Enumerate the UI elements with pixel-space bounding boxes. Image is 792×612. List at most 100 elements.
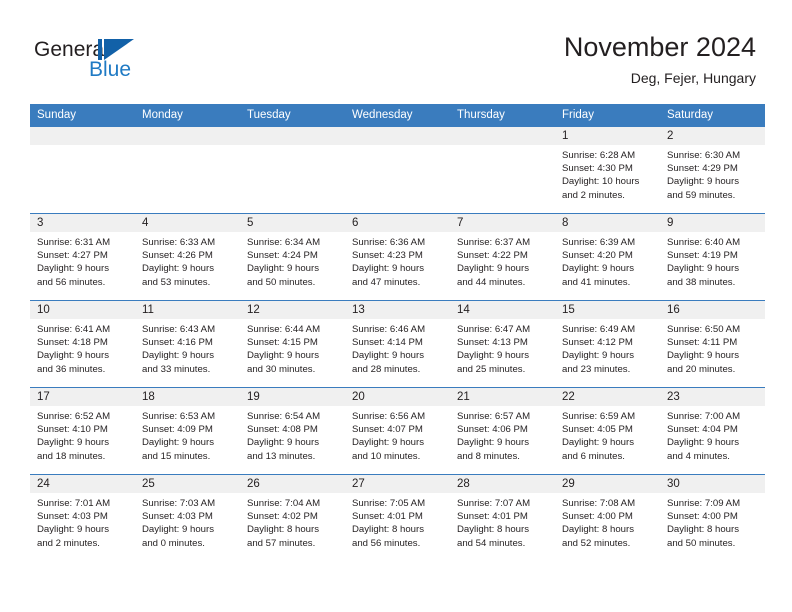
- day-daylight-line1-text: Daylight: 8 hours: [457, 524, 529, 536]
- day-details: Sunrise: 6:57 AM Sunset: 4:06 PM Daylight:…: [450, 406, 555, 463]
- day-sunset-text: Sunset: 4:01 PM: [457, 511, 528, 523]
- day-details: Sunrise: 7:09 AM Sunset: 4:00 PM Daylight:…: [660, 493, 765, 550]
- day-number: 27: [345, 475, 450, 493]
- day-details: Sunrise: 6:39 AM Sunset: 4:20 PM Daylight:…: [555, 232, 660, 289]
- calendar-cell-empty: [30, 126, 135, 214]
- calendar-cell-day[interactable]: 20 Sunrise: 6:56 AM Sunset: 4:07 PM Dayligh…: [345, 387, 450, 475]
- day-sunrise-text: Sunrise: 6:44 AM: [247, 324, 321, 335]
- day-sunset-text: Sunset: 4:12 PM: [562, 337, 633, 349]
- weekday-header-thursday: Thursday: [450, 104, 555, 127]
- calendar-cell-day[interactable]: 10 Sunrise: 6:41 AM Sunset: 4:18 PM Dayligh…: [30, 300, 135, 388]
- day-number: 3: [30, 214, 135, 232]
- day-number: [345, 127, 450, 145]
- day-sunrise-text: Sunrise: 6:33 AM: [142, 237, 216, 248]
- calendar-cell-day[interactable]: 27 Sunrise: 7:05 AM Sunset: 4:01 PM Dayligh…: [345, 474, 450, 561]
- calendar-cell-day[interactable]: 21 Sunrise: 6:57 AM Sunset: 4:06 PM Dayligh…: [450, 387, 555, 475]
- day-daylight-line2-text: and 15 minutes.: [142, 450, 211, 462]
- day-daylight-line1-text: Daylight: 9 hours: [247, 263, 319, 275]
- day-number: 16: [660, 301, 765, 319]
- calendar-cell-day[interactable]: 16 Sunrise: 6:50 AM Sunset: 4:11 PM Dayligh…: [660, 300, 765, 388]
- calendar-header-row: Sunday Monday Tuesday Wednesday Thursday Frid…: [30, 104, 765, 127]
- calendar-cell-day[interactable]: 23 Sunrise: 7:00 AM Sunset: 4:04 PM Dayligh…: [660, 387, 765, 475]
- day-details: Sunrise: 6:43 AM Sunset: 4:16 PM Daylight:…: [135, 319, 240, 376]
- day-sunrise-text: Sunrise: 6:56 AM: [352, 411, 426, 422]
- calendar-page: General Blue November 2024 Deg, Fejer, H…: [0, 0, 792, 612]
- day-number: 2: [660, 127, 765, 145]
- page-header: General Blue November 2024 Deg, Fejer, H…: [0, 0, 792, 100]
- day-number: [30, 127, 135, 145]
- calendar-cell-day[interactable]: 25 Sunrise: 7:03 AM Sunset: 4:03 PM Dayligh…: [135, 474, 240, 561]
- day-sunset-text: Sunset: 4:04 PM: [667, 424, 738, 436]
- day-daylight-line2-text: and 50 minutes.: [247, 276, 316, 288]
- day-sunset-text: Sunset: 4:15 PM: [247, 337, 318, 349]
- calendar-cell-day[interactable]: 17 Sunrise: 6:52 AM Sunset: 4:10 PM Dayligh…: [30, 387, 135, 475]
- day-daylight-line2-text: and 20 minutes.: [667, 363, 736, 375]
- weekday-header-wednesday: Wednesday: [345, 104, 450, 127]
- day-daylight-line1-text: Daylight: 9 hours: [37, 437, 109, 449]
- day-details: Sunrise: 7:07 AM Sunset: 4:01 PM Daylight:…: [450, 493, 555, 550]
- general-blue-logo[interactable]: General Blue: [34, 38, 164, 86]
- calendar-cell-day[interactable]: 7 Sunrise: 6:37 AM Sunset: 4:22 PM Daylight…: [450, 213, 555, 301]
- day-daylight-line2-text: and 54 minutes.: [457, 537, 526, 549]
- day-daylight-line2-text: and 2 minutes.: [37, 537, 100, 549]
- calendar-cell-day[interactable]: 30 Sunrise: 7:09 AM Sunset: 4:00 PM Dayligh…: [660, 474, 765, 561]
- day-sunset-text: Sunset: 4:00 PM: [562, 511, 633, 523]
- calendar-cell-day[interactable]: 13 Sunrise: 6:46 AM Sunset: 4:14 PM Dayligh…: [345, 300, 450, 388]
- day-number: 17: [30, 388, 135, 406]
- day-sunrise-text: Sunrise: 7:04 AM: [247, 498, 321, 509]
- calendar-cell-day[interactable]: 4 Sunrise: 6:33 AM Sunset: 4:26 PM Daylight…: [135, 213, 240, 301]
- calendar-cell-day[interactable]: 26 Sunrise: 7:04 AM Sunset: 4:02 PM Dayligh…: [240, 474, 345, 561]
- week-row: 3 Sunrise: 6:31 AM Sunset: 4:27 PM Daylight…: [30, 213, 765, 301]
- calendar-cell-day[interactable]: 12 Sunrise: 6:44 AM Sunset: 4:15 PM Dayligh…: [240, 300, 345, 388]
- day-sunset-text: Sunset: 4:29 PM: [667, 163, 738, 175]
- day-sunrise-text: Sunrise: 6:40 AM: [667, 237, 741, 248]
- day-daylight-line2-text: and 36 minutes.: [37, 363, 106, 375]
- day-daylight-line2-text: and 56 minutes.: [352, 537, 421, 549]
- day-details: Sunrise: 6:56 AM Sunset: 4:07 PM Daylight:…: [345, 406, 450, 463]
- calendar-cell-day[interactable]: 6 Sunrise: 6:36 AM Sunset: 4:23 PM Daylight…: [345, 213, 450, 301]
- day-number: 10: [30, 301, 135, 319]
- calendar-cell-day[interactable]: 24 Sunrise: 7:01 AM Sunset: 4:03 PM Dayligh…: [30, 474, 135, 561]
- calendar-cell-day[interactable]: 28 Sunrise: 7:07 AM Sunset: 4:01 PM Dayligh…: [450, 474, 555, 561]
- calendar-cell-day[interactable]: 18 Sunrise: 6:53 AM Sunset: 4:09 PM Dayligh…: [135, 387, 240, 475]
- logo-text-blue: Blue: [89, 58, 132, 81]
- day-daylight-line2-text: and 33 minutes.: [142, 363, 211, 375]
- calendar-cell-day[interactable]: 11 Sunrise: 6:43 AM Sunset: 4:16 PM Dayligh…: [135, 300, 240, 388]
- day-daylight-line1-text: Daylight: 8 hours: [667, 524, 739, 536]
- calendar-cell-day[interactable]: 15 Sunrise: 6:49 AM Sunset: 4:12 PM Dayligh…: [555, 300, 660, 388]
- weekday-header-saturday: Saturday: [660, 104, 765, 127]
- day-sunrise-text: Sunrise: 7:01 AM: [37, 498, 111, 509]
- calendar-cell-day[interactable]: 29 Sunrise: 7:08 AM Sunset: 4:00 PM Dayligh…: [555, 474, 660, 561]
- day-sunrise-text: Sunrise: 7:08 AM: [562, 498, 636, 509]
- day-daylight-line1-text: Daylight: 9 hours: [37, 524, 109, 536]
- calendar-cell-day[interactable]: 2 Sunrise: 6:30 AM Sunset: 4:29 PM Daylight…: [660, 126, 765, 214]
- calendar-cell-day[interactable]: 19 Sunrise: 6:54 AM Sunset: 4:08 PM Dayligh…: [240, 387, 345, 475]
- calendar-cell-day[interactable]: 22 Sunrise: 6:59 AM Sunset: 4:05 PM Dayligh…: [555, 387, 660, 475]
- day-details: Sunrise: 6:41 AM Sunset: 4:18 PM Daylight:…: [30, 319, 135, 376]
- day-daylight-line2-text: and 38 minutes.: [667, 276, 736, 288]
- calendar-cell-day[interactable]: 5 Sunrise: 6:34 AM Sunset: 4:24 PM Daylight…: [240, 213, 345, 301]
- day-sunset-text: Sunset: 4:03 PM: [37, 511, 108, 523]
- day-daylight-line1-text: Daylight: 8 hours: [562, 524, 634, 536]
- calendar-cell-empty: [135, 126, 240, 214]
- calendar-cell-day[interactable]: 14 Sunrise: 6:47 AM Sunset: 4:13 PM Dayligh…: [450, 300, 555, 388]
- day-number: 11: [135, 301, 240, 319]
- day-sunset-text: Sunset: 4:14 PM: [352, 337, 423, 349]
- day-daylight-line1-text: Daylight: 9 hours: [37, 263, 109, 275]
- day-daylight-line2-text: and 4 minutes.: [667, 450, 730, 462]
- calendar-cell-day[interactable]: 1 Sunrise: 6:28 AM Sunset: 4:30 PM Daylight…: [555, 126, 660, 214]
- calendar-body: 1 Sunrise: 6:28 AM Sunset: 4:30 PM Daylight…: [30, 126, 765, 561]
- calendar-cell-day[interactable]: 8 Sunrise: 6:39 AM Sunset: 4:20 PM Daylight…: [555, 213, 660, 301]
- day-sunrise-text: Sunrise: 6:50 AM: [667, 324, 741, 335]
- day-sunset-text: Sunset: 4:20 PM: [562, 250, 633, 262]
- day-details: Sunrise: 7:08 AM Sunset: 4:00 PM Daylight:…: [555, 493, 660, 550]
- day-sunset-text: Sunset: 4:10 PM: [37, 424, 108, 436]
- day-sunrise-text: Sunrise: 6:30 AM: [667, 150, 741, 161]
- week-row: 17 Sunrise: 6:52 AM Sunset: 4:10 PM Dayligh…: [30, 387, 765, 475]
- calendar-cell-day[interactable]: 3 Sunrise: 6:31 AM Sunset: 4:27 PM Daylight…: [30, 213, 135, 301]
- day-daylight-line2-text: and 56 minutes.: [37, 276, 106, 288]
- page-subtitle: Deg, Fejer, Hungary: [630, 70, 756, 86]
- day-details: Sunrise: 6:28 AM Sunset: 4:30 PM Daylight:…: [555, 145, 660, 202]
- calendar-cell-day[interactable]: 9 Sunrise: 6:40 AM Sunset: 4:19 PM Daylight…: [660, 213, 765, 301]
- day-sunrise-text: Sunrise: 6:37 AM: [457, 237, 531, 248]
